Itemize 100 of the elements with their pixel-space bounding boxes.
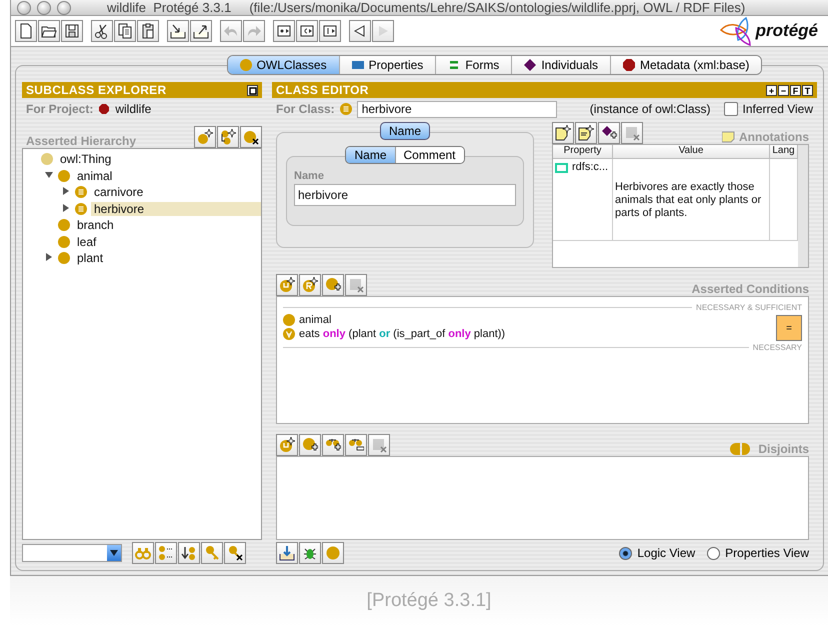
tree-item[interactable]: leaf (74, 234, 100, 249)
paste-button[interactable] (137, 20, 159, 42)
section-title: Asserted Conditions (692, 282, 809, 296)
find-button[interactable] (132, 542, 154, 564)
section-title: Disjoints (758, 442, 809, 456)
key-remove-button[interactable] (224, 542, 246, 564)
save-icon (64, 23, 80, 39)
key-remove-icon (227, 545, 243, 561)
cut-button[interactable] (91, 20, 113, 42)
expanded-arrow-icon[interactable] (45, 170, 53, 179)
caption: [Protégé 3.3.1] (366, 590, 492, 612)
maximize-icon[interactable] (247, 84, 258, 96)
condition-text[interactable]: eats only (plant or (is_part_of only plant)) (299, 328, 506, 340)
remove-siblings-button[interactable] (345, 434, 367, 456)
close-button[interactable] (17, 0, 31, 14)
new-note-button[interactable] (552, 122, 574, 144)
class-icon (41, 153, 53, 166)
restriction-icon (283, 328, 295, 340)
instance-label: (instance of owl:Class) (590, 102, 711, 116)
search-field[interactable] (22, 544, 122, 562)
add-class-button[interactable] (322, 274, 344, 296)
new-document-icon (578, 125, 594, 141)
minimize-button[interactable] (37, 0, 51, 14)
class-field[interactable]: herbivore (356, 100, 557, 118)
radio-button[interactable]: Logic View (619, 546, 696, 560)
class-icon (58, 252, 70, 264)
checkbox-label: Inferred View (742, 102, 813, 116)
section-title: Asserted Hierarchy (26, 134, 136, 148)
export-button[interactable] (190, 20, 212, 42)
tree-item[interactable]: owl:Thing (57, 152, 114, 166)
import-button[interactable] (167, 20, 189, 42)
create-subclass-icon (197, 129, 213, 145)
logo-icon (720, 16, 754, 46)
section-label: NECESSARY (752, 342, 802, 352)
tree-item[interactable]: animal (74, 168, 116, 183)
delete-icon (624, 125, 640, 141)
tab[interactable]: Individuals (512, 56, 612, 74)
create-subclass-button[interactable] (194, 126, 216, 148)
equivalent-badge[interactable]: = (776, 315, 802, 341)
collapsed-arrow-icon[interactable] (62, 204, 70, 212)
header-button[interactable]: T (802, 84, 813, 96)
cut-icon (94, 23, 110, 39)
bug-button[interactable] (299, 542, 321, 564)
new-document-button[interactable] (575, 122, 597, 144)
tree-item[interactable]: herbivore (91, 202, 261, 216)
field-label: Name (294, 170, 325, 182)
add-property-icon (601, 125, 617, 141)
tab[interactable]: Properties (340, 56, 436, 74)
tab[interactable]: Name (380, 122, 430, 140)
scrollbar[interactable] (798, 145, 808, 267)
tab[interactable]: OWLClasses (228, 56, 340, 74)
delete-class-button[interactable] (240, 126, 262, 148)
new-file-button[interactable] (15, 20, 37, 42)
tree-item[interactable]: plant (74, 251, 106, 266)
project-icon (99, 104, 110, 114)
class-icon (75, 202, 87, 215)
add-siblings-button[interactable] (322, 434, 344, 456)
new-file-icon (18, 23, 34, 39)
add-class-button[interactable] (299, 434, 321, 456)
copy-button[interactable] (114, 20, 136, 42)
name-field[interactable]: herbivore (294, 184, 516, 206)
tab[interactable]: Comment (396, 147, 464, 163)
open-button[interactable] (38, 20, 60, 42)
condition-text[interactable]: animal (299, 314, 332, 326)
import-tray-button[interactable] (276, 542, 298, 564)
header-button[interactable]: F (790, 84, 801, 96)
collapsed-arrow-icon[interactable] (45, 253, 53, 262)
tab[interactable]: Name (346, 147, 396, 163)
tab[interactable]: Forms (436, 56, 512, 74)
tab[interactable]: Metadata (xml:base) (611, 56, 762, 74)
header-button[interactable]: − (778, 84, 789, 96)
radio-icon[interactable] (707, 546, 720, 560)
dropdown-icon[interactable] (107, 545, 121, 561)
create-union-button[interactable] (276, 274, 298, 296)
create-sibling-button[interactable] (217, 126, 239, 148)
save-button[interactable] (61, 20, 83, 42)
checkbox[interactable] (724, 102, 738, 116)
panel-title: SUBCLASS EXPLORER (26, 83, 168, 97)
key-icon (204, 545, 220, 561)
tree-item[interactable]: carnivore (91, 185, 146, 200)
new-note-icon (555, 125, 571, 141)
create-sibling-icon (220, 129, 236, 145)
create-union-icon (279, 277, 295, 293)
tree-item[interactable]: branch (74, 218, 117, 232)
radio-button[interactable]: Properties View (707, 546, 809, 560)
zoom-button[interactable] (57, 0, 71, 14)
header-button[interactable]: + (766, 84, 777, 96)
add-class-icon (325, 277, 341, 293)
radio-icon[interactable] (619, 546, 632, 560)
delete-icon (371, 437, 387, 453)
create-restriction-button[interactable] (299, 274, 321, 296)
copy-icon (117, 23, 133, 39)
back-button[interactable] (349, 20, 371, 42)
move-down-button[interactable] (178, 542, 200, 564)
create-union-button[interactable] (276, 434, 298, 456)
import-tray-icon (279, 545, 295, 561)
class-label: For Class: (276, 102, 335, 116)
add-property-button[interactable] (598, 122, 620, 144)
list-tree-icon (158, 545, 174, 561)
collapsed-arrow-icon[interactable] (62, 187, 70, 196)
